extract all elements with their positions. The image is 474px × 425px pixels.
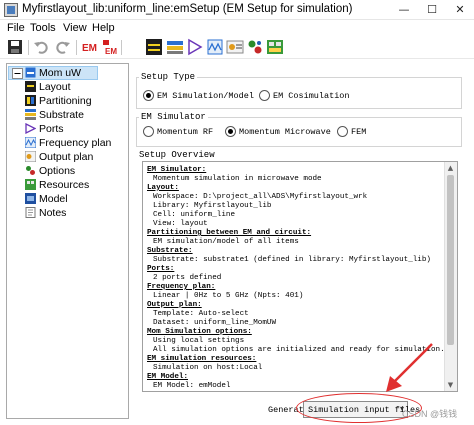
- menu-file[interactable]: File: [7, 22, 25, 34]
- menu-view[interactable]: View: [63, 22, 87, 34]
- menu-help[interactable]: Help: [92, 22, 115, 34]
- setup-overview-label: Setup Overview: [139, 150, 215, 160]
- overview-heading: Output plan:: [147, 301, 202, 309]
- overview-line: View: layout: [153, 220, 208, 228]
- tree-root-mom-uw[interactable]: Mom uW: [39, 67, 81, 79]
- tree-item-model[interactable]: Model: [39, 193, 68, 205]
- radio-momentum-microwave[interactable]: [225, 126, 236, 137]
- overview-heading: Substrate:: [147, 247, 193, 255]
- close-button[interactable]: ✕: [446, 0, 474, 20]
- radio-em-simulation-model[interactable]: [143, 90, 154, 101]
- overview-line: Momentum simulation in microwave mode: [153, 175, 322, 183]
- toolbar-separator: [76, 40, 77, 55]
- frequency-plan-icon: [25, 137, 36, 148]
- minimize-button[interactable]: —: [390, 0, 418, 20]
- overview-line: EM simulation/model of all items: [153, 238, 299, 246]
- overview-line: Workspace: D:\project_all\ADS\Myfirstlay…: [153, 193, 368, 201]
- em-simulation-model-label: EM Simulation/Model: [157, 91, 254, 101]
- watermark: CSDN @钱钱: [402, 409, 458, 419]
- tree-item-resources[interactable]: Resources: [39, 179, 89, 191]
- output-icon[interactable]: [226, 38, 244, 56]
- ports-tree-icon: [25, 123, 36, 134]
- ports-icon[interactable]: [186, 38, 204, 56]
- app-icon: [4, 3, 18, 17]
- overview-line: Using local settings: [153, 337, 245, 345]
- options-tree-icon: [26, 166, 35, 175]
- em-simulator-label: EM Simulator: [139, 112, 208, 122]
- resources-tree-icon: [25, 179, 36, 190]
- save-icon[interactable]: [6, 38, 24, 56]
- overview-heading: EM Simulator:: [147, 166, 207, 174]
- overview-heading: Layout:: [147, 184, 179, 192]
- maximize-button[interactable]: ☐: [418, 0, 446, 20]
- toolbar-separator: [28, 40, 29, 55]
- options-icon[interactable]: [246, 38, 264, 56]
- window-title: Myfirstlayout_lib:uniform_line:emSetup (…: [22, 3, 353, 15]
- overview-line: Template: Auto-select: [153, 310, 249, 318]
- substrate-icon[interactable]: [166, 38, 184, 56]
- collapse-icon[interactable]: [12, 68, 23, 79]
- em-cosimulation-label: EM Cosimulation: [273, 91, 350, 101]
- tree-item-partitioning[interactable]: Partitioning: [39, 95, 92, 107]
- overview-line: 2 ports defined: [153, 274, 222, 282]
- notes-icon: [25, 207, 36, 218]
- overview-heading: EM Model:: [147, 373, 189, 381]
- overview-line: Dataset: uniform_line_MomUW: [153, 319, 277, 327]
- output-plan-icon: [25, 151, 36, 162]
- tree-item-frequency-plan[interactable]: Frequency plan: [39, 137, 111, 149]
- tree-item-notes[interactable]: Notes: [39, 207, 66, 219]
- overview-line: Linear | 0Hz to 5 GHz (Npts: 401): [153, 292, 304, 300]
- em-icon[interactable]: EM: [80, 38, 98, 56]
- setup-type-label: Setup Type: [139, 72, 198, 82]
- overview-heading: Frequency plan:: [147, 283, 216, 291]
- scroll-up-icon[interactable]: ▲: [444, 162, 457, 174]
- partitioning-icon: [25, 95, 36, 106]
- tree-item-output-plan[interactable]: Output plan: [39, 151, 93, 163]
- layout-tree-icon: [25, 81, 36, 92]
- tree-item-ports[interactable]: Ports: [39, 123, 64, 135]
- tree-item-options[interactable]: Options: [39, 165, 75, 177]
- overview-heading: Mom Simulation options:: [147, 328, 252, 336]
- overview-line: Substrate: substrate1 (defined in librar…: [153, 256, 431, 264]
- scroll-down-icon[interactable]: ▼: [444, 379, 457, 391]
- svg-text:EM: EM: [82, 43, 97, 54]
- em-cosim-icon[interactable]: EM: [101, 38, 119, 56]
- redo-icon[interactable]: [54, 38, 72, 56]
- overview-line: Cell: uniform_line: [153, 211, 236, 219]
- overview-line: Simulation on host:Local: [153, 364, 263, 372]
- overview-heading: Ports:: [147, 265, 175, 273]
- overview-heading: EM simulation resources:: [147, 355, 257, 363]
- scrollbar-thumb[interactable]: [447, 175, 454, 345]
- frequency-icon[interactable]: [206, 38, 224, 56]
- toolbar-separator: [121, 40, 122, 55]
- menu-tools[interactable]: Tools: [30, 22, 56, 34]
- tree-item-layout[interactable]: Layout: [39, 81, 71, 93]
- undo-icon[interactable]: [32, 38, 50, 56]
- radio-momentum-rf[interactable]: [143, 126, 154, 137]
- radio-fem[interactable]: [337, 126, 348, 137]
- overview-line: Library: Myfirstlayout_lib: [153, 202, 272, 210]
- svg-text:EM: EM: [105, 47, 117, 56]
- overview-heading: Partitioning between EM and circuit:: [147, 229, 312, 237]
- momentum-microwave-label: Momentum Microwave: [239, 127, 331, 137]
- substrate-tree-icon: [25, 109, 36, 120]
- momentum-rf-label: Momentum RF: [157, 127, 214, 137]
- momentum-icon: [25, 67, 36, 78]
- overview-line: EM Model: emModel: [153, 382, 231, 390]
- model-icon: [25, 193, 36, 204]
- layout-icon[interactable]: [145, 38, 163, 56]
- red-arrow-icon: [386, 343, 433, 392]
- radio-em-cosimulation[interactable]: [259, 90, 270, 101]
- resources-icon[interactable]: [266, 38, 284, 56]
- fem-label: FEM: [351, 127, 367, 137]
- tree-item-substrate[interactable]: Substrate: [39, 109, 84, 121]
